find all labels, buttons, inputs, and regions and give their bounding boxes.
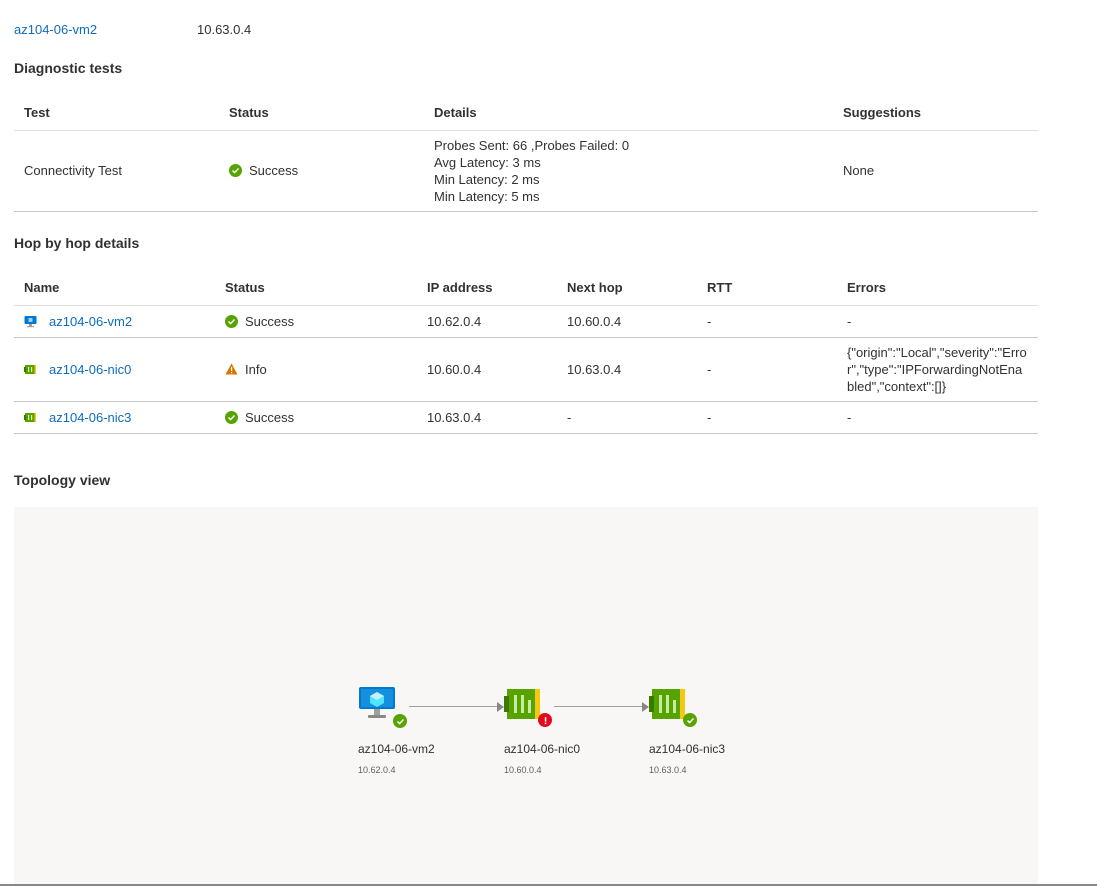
nic-icon [24, 364, 36, 374]
hop-ip-cell: 10.62.0.4 [417, 305, 557, 338]
details-cell: Probes Sent: 66 ,Probes Failed: 0 Avg La… [424, 130, 833, 212]
topology-connector [409, 706, 499, 707]
hop-ip-cell: 10.60.0.4 [417, 337, 557, 402]
hop-next-hop-cell: 10.60.0.4 [557, 305, 697, 338]
hop-name-cell: az104-06-nic0 [14, 337, 215, 402]
hop-next-hop-cell: 10.63.0.4 [557, 337, 697, 402]
status-text: Success [249, 163, 299, 178]
hop-rtt-cell: - [697, 401, 837, 434]
hop-name-link[interactable]: az104-06-vm2 [49, 314, 132, 329]
status-text: Success [245, 313, 295, 329]
details-line: Avg Latency: 3 ms [434, 154, 541, 170]
table-row: az104-06-nic3 Success 10.63.0.4 - - - [14, 401, 1038, 434]
table-row: Connectivity Test Success Probes Sent: 6… [14, 130, 1038, 212]
source-ip: 10.63.0.4 [197, 21, 252, 37]
diagnostic-tests-table: Test Status Details Suggestions Connecti… [14, 96, 1038, 212]
hop-errors-cell: {"origin":"Local","severity":"Error","ty… [837, 337, 1038, 402]
source-row: az104-06-vm2 10.63.0.4 [14, 20, 251, 38]
success-icon [225, 314, 238, 328]
node-name: az104-06-nic3 [649, 742, 726, 756]
details-line: Probes Sent: 66 ,Probes Failed: 0 [434, 137, 630, 153]
hop-errors-cell: - [837, 401, 1038, 434]
table-row: az104-06-vm2 Success 10.62.0.4 10.60.0.4… [14, 305, 1038, 338]
test-name: Connectivity Test [14, 130, 219, 212]
nic-icon [24, 412, 36, 422]
hop-next-hop-cell: - [557, 401, 697, 434]
status-text: Info [245, 361, 267, 377]
suggestions-cell: None [833, 130, 1038, 212]
status-text: Success [245, 409, 295, 425]
hop-header-row: Name Status IP address Next hop RTT Erro… [14, 271, 1038, 306]
column-header-errors: Errors [837, 271, 1038, 306]
hop-status-cell: Success [215, 401, 417, 434]
success-icon [225, 410, 238, 424]
source-vm-link[interactable]: az104-06-vm2 [14, 22, 97, 37]
hop-ip-cell: 10.63.0.4 [417, 401, 557, 434]
column-header-details: Details [424, 96, 833, 131]
node-ip: 10.60.0.4 [504, 765, 542, 775]
warning-icon [225, 363, 238, 375]
column-header-test: Test [14, 96, 219, 131]
success-icon [229, 164, 242, 177]
topology-title: Topology view [14, 472, 111, 488]
node-ip: 10.62.0.4 [358, 765, 396, 775]
hop-name-link[interactable]: az104-06-nic3 [49, 410, 131, 425]
hop-status-cell: Info [215, 337, 417, 402]
arrow-head-icon [642, 702, 649, 712]
diagnostic-tests-title: Diagnostic tests [14, 60, 123, 76]
topology-canvas[interactable]: az104-06-vm2 10.62.0.4 az104-06-nic0 10.… [14, 507, 1038, 886]
hop-errors-cell: - [837, 305, 1038, 338]
hop-name-cell: az104-06-nic3 [14, 401, 215, 434]
success-badge-icon [393, 714, 407, 728]
vm-icon [24, 315, 37, 327]
column-header-ip: IP address [417, 271, 557, 306]
diagnostic-header-row: Test Status Details Suggestions [14, 96, 1038, 131]
details-line: Min Latency: 2 ms [434, 171, 540, 187]
node-name: az104-06-vm2 [358, 742, 435, 756]
column-header-status: Status [219, 96, 424, 131]
hop-status-cell: Success [215, 305, 417, 338]
hop-name-cell: az104-06-vm2 [14, 305, 215, 338]
details-line: Min Latency: 5 ms [434, 188, 540, 204]
hop-name-link[interactable]: az104-06-nic0 [49, 362, 131, 377]
arrow-head-icon [497, 702, 504, 712]
success-badge-icon [683, 713, 697, 727]
column-header-next-hop: Next hop [557, 271, 697, 306]
status-cell: Success [219, 130, 424, 212]
column-header-rtt: RTT [697, 271, 837, 306]
topology-connector [554, 706, 644, 707]
hop-rtt-cell: - [697, 337, 837, 402]
column-header-suggestions: Suggestions [833, 96, 1038, 131]
table-row: az104-06-nic0 Info 10.60.0.4 10.63.0.4 -… [14, 337, 1038, 402]
hop-rtt-cell: - [697, 305, 837, 338]
hop-details-title: Hop by hop details [14, 235, 140, 251]
node-name: az104-06-nic0 [504, 742, 581, 756]
error-badge-icon [538, 713, 552, 727]
hop-details-table: Name Status IP address Next hop RTT Erro… [14, 271, 1038, 434]
column-header-name: Name [14, 271, 215, 306]
node-ip: 10.63.0.4 [649, 765, 687, 775]
column-header-status: Status [215, 271, 417, 306]
